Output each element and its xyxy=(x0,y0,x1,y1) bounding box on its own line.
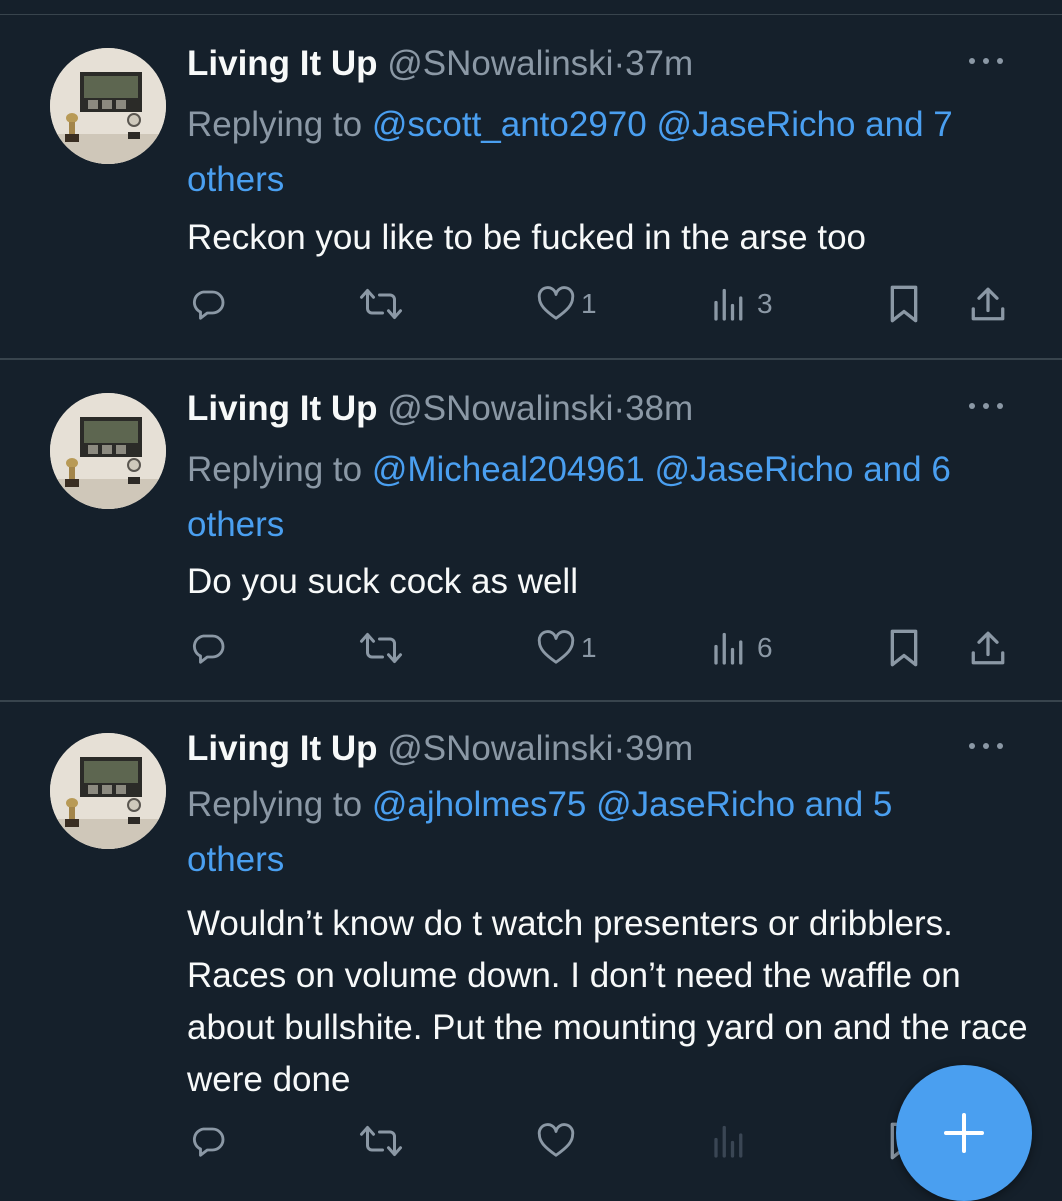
views-button[interactable]: 6 xyxy=(711,623,773,673)
user-handle[interactable]: @SNowalinski xyxy=(387,44,613,83)
avatar[interactable] xyxy=(50,733,166,849)
mention-link[interactable]: @scott_anto2970 xyxy=(372,105,647,144)
plus-icon xyxy=(944,1113,984,1153)
retweet-button[interactable] xyxy=(358,623,404,673)
heart-icon xyxy=(537,630,575,664)
replying-to: Replying to @scott_anto2970 @JaseRicho a… xyxy=(187,97,1017,207)
retweet-icon xyxy=(360,1126,402,1156)
tweet[interactable]: Living It Up @SNowalinski·38m Replying t… xyxy=(0,360,1062,702)
share-button[interactable] xyxy=(970,623,1006,673)
separator-dot: · xyxy=(613,729,626,768)
views-icon xyxy=(714,288,743,321)
bookmark-icon xyxy=(890,629,918,667)
display-name[interactable]: Living It Up xyxy=(187,44,378,83)
like-button[interactable]: 1 xyxy=(537,623,597,673)
retweet-icon xyxy=(360,289,402,319)
views-button[interactable] xyxy=(711,1116,751,1166)
avatar[interactable] xyxy=(50,393,166,509)
replying-prefix: Replying to xyxy=(187,785,363,824)
mention-link[interactable]: @JaseRicho xyxy=(655,450,854,489)
heart-icon xyxy=(537,1123,575,1157)
compose-button[interactable] xyxy=(896,1065,1032,1201)
reply-button[interactable] xyxy=(190,279,226,329)
separator-dot: · xyxy=(613,44,626,83)
like-button[interactable] xyxy=(537,1116,581,1166)
share-button[interactable] xyxy=(970,279,1006,329)
heart-icon xyxy=(537,286,575,320)
views-icon xyxy=(714,632,743,665)
mention-link[interactable]: @JaseRicho xyxy=(656,105,855,144)
timestamp[interactable]: 39m xyxy=(625,729,693,768)
share-icon xyxy=(971,287,1005,321)
replying-prefix: Replying to xyxy=(187,105,363,144)
action-bar: 1 6 xyxy=(0,623,1062,673)
view-count: 6 xyxy=(757,632,773,663)
more-icon[interactable] xyxy=(969,51,1007,71)
bookmark-icon xyxy=(890,285,918,323)
reply-button[interactable] xyxy=(190,623,226,673)
retweet-button[interactable] xyxy=(358,279,404,329)
retweet-icon xyxy=(360,633,402,663)
action-bar: 1 3 xyxy=(0,279,1062,329)
view-count: 3 xyxy=(757,288,773,319)
timestamp[interactable]: 38m xyxy=(625,389,693,428)
bookmark-button[interactable] xyxy=(887,623,921,673)
tweet-header: Living It Up @SNowalinski·38m xyxy=(187,387,693,431)
share-icon xyxy=(971,631,1005,665)
tweet-text: Reckon you like to be fucked in the arse… xyxy=(187,218,867,257)
reply-icon xyxy=(192,1127,225,1157)
mention-link[interactable]: @Micheal204961 xyxy=(372,450,645,489)
user-handle[interactable]: @SNowalinski xyxy=(387,729,613,768)
like-button[interactable]: 1 xyxy=(537,279,597,329)
tweet-text: Do you suck cock as well xyxy=(187,562,578,601)
like-count: 1 xyxy=(581,288,597,319)
tweet-header: Living It Up @SNowalinski·37m xyxy=(187,42,693,86)
more-icon[interactable] xyxy=(969,396,1007,416)
more-icon[interactable] xyxy=(969,736,1007,756)
reply-icon xyxy=(192,290,225,320)
tweet-header: Living It Up @SNowalinski·39m xyxy=(187,727,693,771)
mention-link[interactable]: @JaseRicho xyxy=(596,785,795,824)
bookmark-button[interactable] xyxy=(887,279,921,329)
tweet[interactable]: Living It Up @SNowalinski·37m Replying t… xyxy=(0,15,1062,360)
tweet-text: Wouldn’t know do t watch presenters or d… xyxy=(187,904,1028,1099)
replying-to: Replying to @Micheal204961 @JaseRicho an… xyxy=(187,442,1017,552)
replying-to: Replying to @ajholmes75 @JaseRicho and 5… xyxy=(187,777,987,887)
user-handle[interactable]: @SNowalinski xyxy=(387,389,613,428)
views-button[interactable]: 3 xyxy=(711,279,773,329)
timestamp[interactable]: 37m xyxy=(625,44,693,83)
separator-dot: · xyxy=(613,389,626,428)
display-name[interactable]: Living It Up xyxy=(187,389,378,428)
display-name[interactable]: Living It Up xyxy=(187,729,378,768)
avatar[interactable] xyxy=(50,48,166,164)
replying-prefix: Replying to xyxy=(187,450,363,489)
retweet-button[interactable] xyxy=(358,1116,404,1166)
reply-button[interactable] xyxy=(190,1116,226,1166)
mention-link[interactable]: @ajholmes75 xyxy=(372,785,587,824)
reply-icon xyxy=(192,634,225,664)
views-icon xyxy=(714,1125,743,1158)
like-count: 1 xyxy=(581,632,597,663)
